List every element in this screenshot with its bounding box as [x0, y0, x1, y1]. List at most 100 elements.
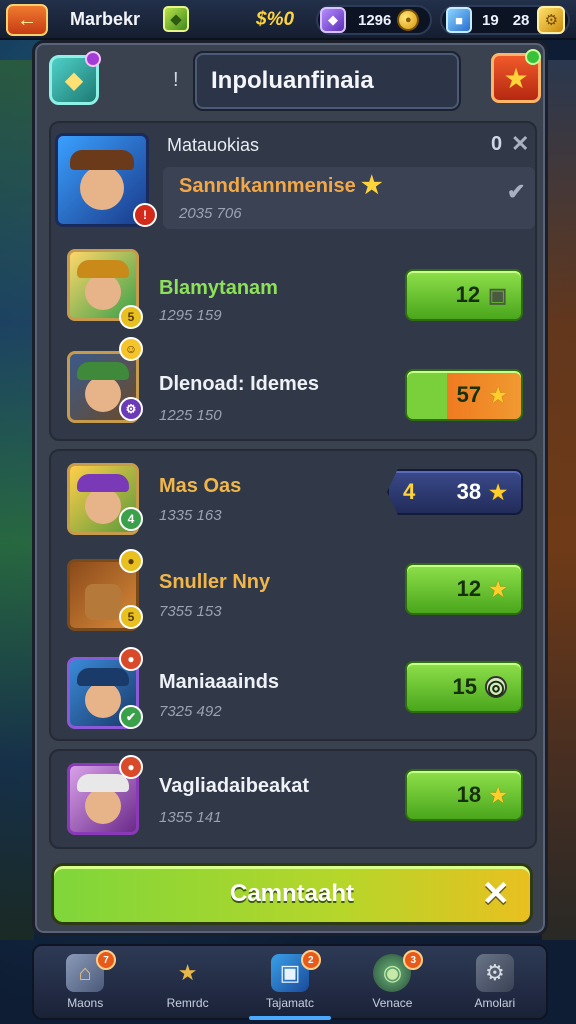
item-sub: 1355 141 [159, 809, 222, 826]
bid-button[interactable]: 4 38 ★ [387, 469, 523, 515]
star-icon: ★ [177, 960, 198, 985]
main-panel: ◆ ! Inpoluanfinaia ★ ! Matauokias 0 ✕ Sa… [32, 40, 548, 936]
list-card-3: ● Vagliadaibeakat 1355 141 18 ★ [49, 749, 537, 849]
top-bar: ← Marbekr ◆ $%0 ◆ 1296 ● ■ 19 28 ⚙ [0, 0, 576, 40]
list-card-2: 4 Mas Oas 1335 163 4 38 ★ ● 5 Snuller Nny… [49, 449, 537, 741]
active-tab-indicator [248, 1016, 332, 1020]
item-sub: 1225 150 [159, 407, 222, 424]
item-name: Maniaaainds [159, 671, 280, 693]
notification-dot [85, 51, 101, 67]
level-badge-icon: 5 [119, 605, 143, 629]
claim-value: 12 [456, 576, 482, 601]
gold-coin-icon: ● [397, 9, 420, 31]
nav-badge: 2 [300, 950, 321, 970]
featured-header: Matauokias [167, 135, 260, 155]
level-badge-icon: 4 [119, 507, 143, 531]
star-icon: ★ [503, 62, 529, 94]
close-icon[interactable]: ✕ [511, 131, 529, 157]
coin-balance: $%0 [256, 9, 295, 30]
gear-badge-icon: ⚙ [119, 397, 143, 421]
list-item[interactable]: ● ✔ Maniaaainds 7325 492 15 ◎ [51, 647, 535, 743]
item-name: Dlenoad: Idemes [159, 373, 320, 395]
featured-row[interactable]: ! Matauokias 0 ✕ Sanndkannmenise ★ 2035 … [51, 123, 535, 233]
chest-icon: ▣ [488, 284, 507, 307]
nav-item-cards[interactable]: ▣ 2 Tajamatc [239, 946, 341, 1020]
panel-header: ◆ ! Inpoluanfinaia ★ [41, 49, 541, 113]
confirm-label: Camntaaht [229, 880, 355, 907]
header-separator: ! [173, 69, 179, 91]
back-button[interactable]: ← [6, 4, 48, 36]
coin-icon: ◎ [485, 676, 507, 699]
item-sub: 1335 163 [159, 507, 222, 524]
item-name: Mas Oas [159, 475, 242, 497]
nav-label: Remrdc [166, 996, 209, 1010]
nav-label: Maons [67, 996, 104, 1010]
claim-button[interactable]: 12 ★ [405, 563, 523, 615]
background-left-scenery [0, 60, 34, 940]
star-icon: ★ [489, 578, 507, 601]
item-sub: 1295 159 [159, 307, 222, 324]
claim-value: 12 [455, 282, 481, 307]
checkmark-icon: ✔ [507, 179, 526, 204]
star-icon: ★ [489, 784, 507, 807]
list-item[interactable]: ● Vagliadaibeakat 1355 141 18 ★ [51, 751, 535, 851]
featured-sub: 2035 706 [179, 205, 242, 222]
top-title: Marbekr [70, 9, 141, 29]
item-name: Vagliadaibeakat [159, 775, 310, 797]
alert-badge-icon: ● [119, 755, 143, 779]
claim-button[interactable]: 15 ◎ [405, 661, 523, 713]
nav-badge: 3 [403, 950, 424, 970]
currency-gem-icon[interactable]: ◆ [163, 6, 189, 32]
item-sub: 7355 153 [159, 603, 222, 620]
favorites-notification-dot [525, 49, 541, 65]
claim-value: 18 [456, 782, 482, 807]
claim-button[interactable]: 57 ★ [405, 369, 523, 421]
smile-badge-icon: ☺ [119, 337, 143, 361]
panel-title: Inpoluanfinaia [193, 51, 461, 111]
coin-badge-icon: ● [119, 549, 143, 573]
nav-item-settings[interactable]: ⚙ Amolari [444, 946, 546, 1018]
nav-item-rewards[interactable]: ★ Remrdc [136, 946, 238, 1018]
alert-badge-icon: ● [119, 647, 143, 671]
blue-cube-icon: ■ [446, 7, 472, 33]
list-card-1: ! Matauokias 0 ✕ Sanndkannmenise ★ 2035 … [49, 121, 537, 441]
item-name: Blamytanam [159, 277, 278, 299]
star-icon: ★ [489, 384, 507, 407]
bid-value: 38 [456, 479, 482, 504]
list-item[interactable]: ☺ ⚙ Dlenoad: Idemes 1225 150 57 ★ [51, 337, 535, 441]
nav-item-venue[interactable]: ◉ 3 Venace [341, 946, 443, 1018]
purple-gem-icon: ◆ [320, 7, 346, 33]
bid-prefix: 4 [403, 479, 416, 504]
list-item[interactable]: 4 Mas Oas 1335 163 4 38 ★ [51, 451, 535, 549]
level-badge-icon: 5 [119, 305, 143, 329]
claim-button[interactable]: 12 ▣ [405, 269, 523, 321]
alert-badge-icon: ! [133, 203, 157, 227]
nav-item-home[interactable]: ⌂ 7 Maons [34, 946, 136, 1018]
back-arrow-icon: ← [17, 8, 37, 31]
featured-star-icon: ★ [361, 172, 383, 199]
nav-label: Amolari [474, 996, 516, 1010]
cube-count: 19 [482, 11, 499, 29]
settings-gear-icon[interactable]: ⚙ [537, 6, 566, 34]
list-item[interactable]: 5 Blamytanam 1295 159 12 ▣ [51, 233, 535, 337]
bottom-navigation: ⌂ 7 Maons ★ Remrdc ▣ 2 Tajamatc ◉ 3 Vena… [32, 944, 548, 1020]
item-sub: 7325 492 [159, 703, 222, 720]
cube-count-secondary: 28 [512, 11, 530, 29]
nav-label: Venace [372, 996, 413, 1010]
item-name: Snuller Nny [159, 571, 271, 593]
close-icon[interactable]: ✕ [482, 874, 511, 914]
gem-balance-pill[interactable]: ◆ 1296 ● [316, 5, 432, 35]
confirm-button[interactable]: Camntaaht ✕ [51, 863, 533, 925]
gem-count: 1296 [358, 11, 392, 29]
featured-count: 0 [491, 133, 503, 155]
nav-label: Tajamatc [266, 996, 315, 1010]
cube-balance-pill[interactable]: ■ 19 28 ⚙ [440, 5, 570, 35]
check-badge-icon: ✔ [119, 705, 143, 729]
claim-button[interactable]: 18 ★ [405, 769, 523, 821]
claim-value: 15 [452, 674, 477, 699]
claim-value: 57 [456, 382, 482, 407]
nav-badge: 7 [96, 950, 116, 970]
list-item[interactable]: ● 5 Snuller Nny 7355 153 12 ★ [51, 549, 535, 647]
star-icon: ★ [489, 481, 507, 504]
featured-name: Sanndkannmenise [179, 175, 356, 197]
